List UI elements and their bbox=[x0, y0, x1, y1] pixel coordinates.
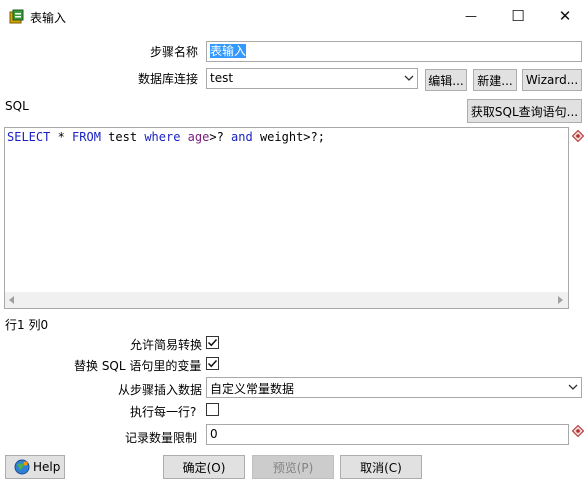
connection-label: 数据库连接 bbox=[138, 72, 199, 86]
cancel-label: 取消(C) bbox=[360, 460, 402, 475]
help-globe-icon bbox=[14, 459, 30, 475]
execute-each-row-label: 执行每一行? bbox=[130, 405, 197, 419]
insert-from-step-label: 从步骤插入数据 bbox=[118, 383, 203, 397]
maximize-icon: ☐ bbox=[511, 7, 525, 25]
chevron-down-icon bbox=[568, 384, 578, 390]
help-button[interactable]: Help bbox=[5, 455, 65, 479]
wizard-label: Wizard... bbox=[525, 73, 579, 87]
sql-token: * bbox=[50, 130, 73, 144]
maximize-button[interactable]: ☐ bbox=[495, 0, 541, 32]
sql-keyword: and bbox=[231, 130, 253, 144]
scroll-right-icon[interactable] bbox=[556, 296, 564, 304]
cursor-position: 行1 列0 bbox=[5, 318, 49, 332]
sql-field: age bbox=[187, 130, 210, 144]
variable-diamond-icon bbox=[572, 425, 584, 437]
sql-label: SQL bbox=[5, 99, 29, 113]
step-name-input[interactable]: 表输入 bbox=[206, 41, 582, 62]
close-icon: ✕ bbox=[558, 7, 572, 25]
limit-input[interactable]: 0 bbox=[206, 424, 569, 445]
execute-each-row-checkbox[interactable] bbox=[206, 403, 219, 416]
variable-diamond-icon bbox=[572, 130, 584, 142]
new-connection-label: 新建... bbox=[477, 73, 513, 88]
new-connection-button[interactable]: 新建... bbox=[473, 69, 517, 91]
connection-select[interactable]: test bbox=[206, 68, 418, 89]
allow-lazy-conversion-label: 允许简易转换 bbox=[130, 338, 203, 352]
sql-horizontal-scrollbar[interactable] bbox=[5, 292, 568, 308]
wizard-button[interactable]: Wizard... bbox=[522, 69, 582, 91]
preview-button[interactable]: 预览(P) bbox=[252, 455, 334, 479]
chevron-down-icon bbox=[404, 75, 414, 81]
step-name-label: 步骤名称 bbox=[150, 45, 199, 59]
title-bar: 表输入 — ☐ ✕ bbox=[0, 0, 588, 33]
sql-token: >? bbox=[209, 130, 232, 144]
limit-label: 记录数量限制 bbox=[125, 431, 198, 445]
insert-from-step-select[interactable]: 自定义常量数据 bbox=[206, 377, 582, 398]
replace-variables-label: 替换 SQL 语句里的变量 bbox=[74, 359, 202, 373]
sql-keyword: SELECT bbox=[7, 130, 51, 144]
get-sql-label: 获取SQL查询语句... bbox=[470, 104, 579, 119]
ok-button[interactable]: 确定(O) bbox=[163, 455, 245, 479]
ok-label: 确定(O) bbox=[182, 460, 226, 475]
table-input-icon bbox=[9, 9, 24, 24]
limit-value: 0 bbox=[210, 427, 218, 441]
scroll-left-icon[interactable] bbox=[8, 296, 16, 304]
sql-token: weight>?; bbox=[252, 130, 325, 144]
allow-lazy-conversion-checkbox[interactable] bbox=[206, 336, 219, 349]
minimize-button[interactable]: — bbox=[448, 0, 494, 32]
insert-from-step-value: 自定义常量数据 bbox=[210, 382, 295, 396]
checkmark-icon bbox=[207, 338, 218, 347]
window-title: 表输入 bbox=[30, 11, 67, 25]
checkmark-icon bbox=[207, 359, 218, 368]
sql-token: test bbox=[100, 130, 145, 144]
sql-editor[interactable]: SELECT * FROM test where age>? and weigh… bbox=[4, 127, 569, 309]
sql-keyword: FROM bbox=[72, 130, 101, 144]
replace-variables-checkbox[interactable] bbox=[206, 357, 219, 370]
close-button[interactable]: ✕ bbox=[542, 0, 588, 32]
connection-value: test bbox=[210, 71, 234, 85]
step-name-value: 表输入 bbox=[210, 44, 247, 58]
get-sql-button[interactable]: 获取SQL查询语句... bbox=[467, 99, 582, 123]
sql-text: SELECT * FROM test where age>? and weigh… bbox=[7, 130, 325, 144]
preview-label: 预览(P) bbox=[272, 460, 314, 475]
cancel-button[interactable]: 取消(C) bbox=[340, 455, 422, 479]
help-label: Help bbox=[33, 460, 61, 474]
edit-connection-label: 编辑... bbox=[428, 73, 464, 88]
sql-keyword: where bbox=[144, 130, 181, 144]
edit-connection-button[interactable]: 编辑... bbox=[425, 69, 467, 91]
minimize-icon: — bbox=[465, 9, 477, 23]
